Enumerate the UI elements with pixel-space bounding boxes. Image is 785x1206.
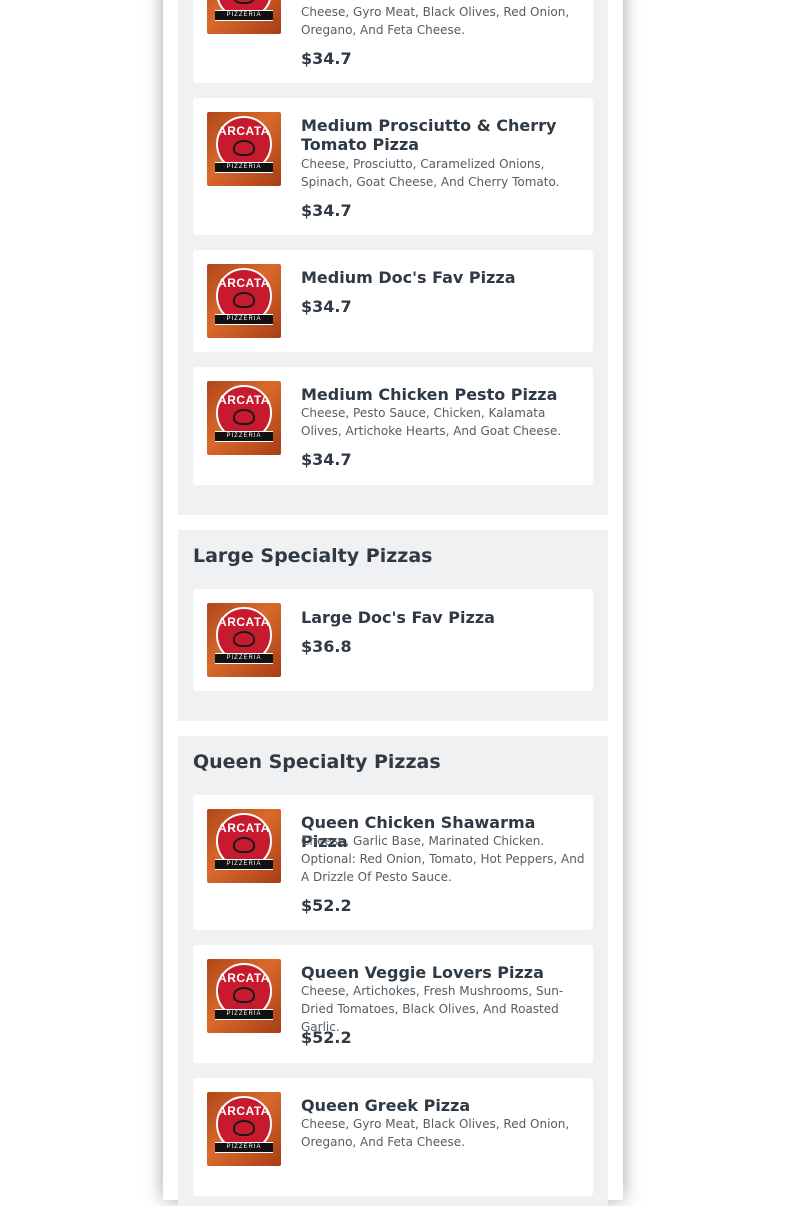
item-description: Cheese, Garlic Base, Marinated Chicken. … <box>301 834 585 884</box>
item-price: $34.7 <box>301 450 352 469</box>
pizza-thumbnail: ARCATA PIZZERIA <box>207 1092 281 1166</box>
item-price: $34.7 <box>301 201 352 220</box>
item-description: Cheese, Prosciutto, Caramelized Onions, … <box>301 157 560 189</box>
menu-item-card[interactable]: ARCATA PIZZERIA Queen Greek Pizza Cheese… <box>193 1078 593 1196</box>
item-price: $52.2 <box>301 896 352 915</box>
item-name: Queen Greek Pizza <box>301 1096 471 1115</box>
item-name: Medium Doc's Fav Pizza <box>301 268 516 287</box>
menu-item-card[interactable]: ARCATA PIZZERIA Large Doc's Fav Pizza $3… <box>193 589 593 691</box>
section-title: Queen Specialty Pizzas <box>193 751 441 773</box>
pizza-thumbnail: ARCATA PIZZERIA <box>207 603 281 677</box>
menu-item-card[interactable]: ARCATA PIZZERIA Medium Prosciutto & Cher… <box>193 98 593 235</box>
item-price: $34.7 <box>301 49 352 68</box>
pizza-thumbnail: ARCATA PIZZERIA <box>207 0 281 34</box>
item-name: Medium Prosciutto & Cherry Tomato Pizza <box>301 116 557 154</box>
item-price: $34.7 <box>301 297 352 316</box>
menu-page: ARCATA PIZZERIA Cheese, Gyro Meat, Black… <box>163 0 623 1206</box>
pizza-thumbnail: ARCATA PIZZERIA <box>207 112 281 186</box>
item-description: Cheese, Pesto Sauce, Chicken, Kalamata O… <box>301 406 562 438</box>
item-name: Medium Chicken Pesto Pizza <box>301 385 558 404</box>
queen-specialty-section: Queen Specialty Pizzas ARCATA PIZZERIA Q… <box>178 736 608 1206</box>
pizza-thumbnail: ARCATA PIZZERIA <box>207 959 281 1033</box>
item-description: Cheese, Gyro Meat, Black Olives, Red Oni… <box>301 5 570 37</box>
item-price: $36.8 <box>301 637 352 656</box>
item-name: Queen Veggie Lovers Pizza <box>301 963 544 982</box>
section-title: Large Specialty Pizzas <box>193 545 433 567</box>
menu-item-card[interactable]: ARCATA PIZZERIA Cheese, Gyro Meat, Black… <box>193 0 593 83</box>
chef-icon <box>233 409 255 425</box>
menu-item-card[interactable]: ARCATA PIZZERIA Queen Chicken Shawarma P… <box>193 795 593 930</box>
pizza-thumbnail: ARCATA PIZZERIA <box>207 381 281 455</box>
pizza-thumbnail: ARCATA PIZZERIA <box>207 809 281 883</box>
item-description: Cheese, Gyro Meat, Black Olives, Red Oni… <box>301 1117 570 1149</box>
medium-specialty-section: ARCATA PIZZERIA Cheese, Gyro Meat, Black… <box>178 0 608 515</box>
chef-icon <box>233 140 255 156</box>
menu-item-card[interactable]: ARCATA PIZZERIA Medium Chicken Pesto Piz… <box>193 367 593 485</box>
item-name: Large Doc's Fav Pizza <box>301 608 495 627</box>
chef-icon <box>233 1120 255 1136</box>
large-specialty-section: Large Specialty Pizzas ARCATA PIZZERIA L… <box>178 530 608 721</box>
menu-item-card[interactable]: ARCATA PIZZERIA Medium Doc's Fav Pizza $… <box>193 250 593 352</box>
chef-icon <box>233 837 255 853</box>
menu-item-card[interactable]: ARCATA PIZZERIA Queen Veggie Lovers Pizz… <box>193 945 593 1063</box>
chef-icon <box>233 292 255 308</box>
chef-icon <box>233 987 255 1003</box>
chef-icon <box>233 631 255 647</box>
pizza-thumbnail: ARCATA PIZZERIA <box>207 264 281 338</box>
item-price: $52.2 <box>301 1028 352 1047</box>
